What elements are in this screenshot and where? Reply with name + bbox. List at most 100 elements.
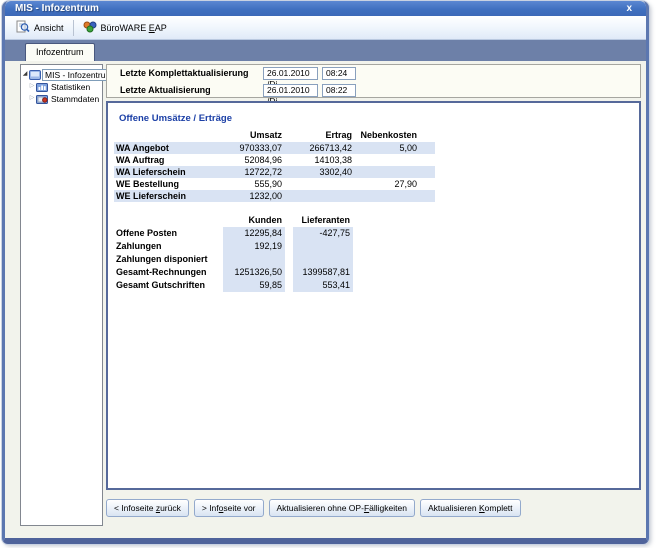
tree-item[interactable]: ▷ Statistiken (21, 81, 102, 92)
nebenkosten-value: 27,90 (355, 178, 420, 190)
lieferanten-value (293, 253, 353, 266)
table-header-cell: Nebenkosten (355, 128, 420, 142)
row-label: Zahlungen (114, 240, 223, 253)
row-label: WA Lieferschein (114, 166, 219, 178)
button-label-post: älligkeiten (369, 503, 407, 513)
row-pad (420, 178, 435, 190)
nebenkosten-value (355, 190, 420, 202)
screen: MIS - Infozentrum x Ansicht (0, 0, 656, 548)
time-field[interactable]: 08:24 (322, 67, 356, 80)
row-pad (420, 166, 435, 178)
tree-item-label: Stammdaten (49, 94, 101, 104)
tree-item-label: MIS - Infozentrum (42, 69, 116, 81)
row-label: Gesamt Gutschriften (114, 279, 223, 292)
ertrag-value: 266713,42 (285, 142, 355, 154)
app-window: MIS - Infozentrum x Ansicht (2, 1, 649, 544)
date-field[interactable]: 26.01.2010 /Di (263, 67, 318, 80)
tab-infozentrum[interactable]: Infozentrum (25, 43, 95, 61)
table-row: Offene Posten12295,84-427,75 (114, 227, 353, 240)
table-header-cell (114, 128, 219, 142)
column-gap (285, 240, 293, 253)
kunden-value: 192,19 (223, 240, 285, 253)
row-pad (420, 154, 435, 166)
infoseite-vor-button[interactable]: > Infoseite vor (194, 499, 264, 517)
masterdata-icon (36, 94, 49, 104)
nebenkosten-value: 5,00 (355, 142, 420, 154)
navigation-tree: ◢MIS - Infozentrum▷Statistiken▷Stammdate… (20, 64, 103, 526)
umsatz-value: 52084,96 (219, 154, 285, 166)
ertrag-value (285, 178, 355, 190)
table-row: WE Bestellung555,90 27,90 (114, 178, 435, 190)
aktualisieren-komplett-button[interactable]: Aktualisieren Komplett (420, 499, 521, 517)
statistics-icon (36, 82, 49, 92)
table-row: Zahlungen disponiert (114, 253, 353, 266)
table-header-cell: Kunden (223, 213, 285, 227)
update-info-panel: Letzte Komplettaktualisierung26.01.2010 … (106, 64, 641, 98)
column-gap (285, 213, 293, 227)
table-row: WA Auftrag52084,9614103,38 (114, 154, 435, 166)
umsaetze-ertraege-table: UmsatzErtragNebenkostenWA Angebot970333,… (114, 128, 435, 202)
column-gap (285, 279, 293, 292)
table-row: Zahlungen192,19 (114, 240, 353, 253)
kunden-value (223, 253, 285, 266)
aktualisieren-ohne-op-button[interactable]: Aktualisieren ohne OP-Fälligkeiten (269, 499, 415, 517)
tree-item[interactable]: ▷ Stammdaten (21, 93, 102, 104)
table-header-row: Kunden Lieferanten (114, 213, 353, 227)
window-title: MIS - Infozentrum (15, 1, 99, 16)
nebenkosten-value (355, 154, 420, 166)
kunden-value: 12295,84 (223, 227, 285, 240)
row-label: WE Bestellung (114, 178, 219, 190)
button-label-post: omplett (485, 503, 513, 513)
tree-item-label: Statistiken (49, 82, 92, 92)
table-header-row: UmsatzErtragNebenkosten (114, 128, 435, 142)
lieferanten-value (293, 240, 353, 253)
table-header-cell: Ertrag (285, 128, 355, 142)
colored-spheres-icon (83, 20, 97, 35)
table-header-cell: Umsatz (219, 128, 285, 142)
lieferanten-value: 553,41 (293, 279, 353, 292)
tree-collapsed-icon[interactable]: ▷ (28, 93, 36, 104)
infocenter-icon (29, 70, 42, 80)
table-header-cell (420, 128, 435, 142)
column-gap (285, 266, 293, 279)
lieferanten-value: -427,75 (293, 227, 353, 240)
ertrag-value: 14103,38 (285, 154, 355, 166)
buroware-eap-button[interactable]: BüroWARE EAP (78, 19, 172, 37)
infoseite-zurueck-button[interactable]: < Infoseite zurück (106, 499, 189, 517)
umsatz-value: 1232,00 (219, 190, 285, 202)
ansicht-button-label: Ansicht (34, 23, 64, 33)
close-icon[interactable]: x (626, 1, 632, 16)
toolbar: Ansicht BüroWARE EAP (5, 16, 646, 40)
content-area: ◢MIS - Infozentrum▷Statistiken▷Stammdate… (5, 61, 646, 538)
ertrag-value (285, 190, 355, 202)
umsatz-value: 12722,72 (219, 166, 285, 178)
button-label-post: seite vor (223, 503, 255, 513)
update-info-label: Letzte Aktualisierung (120, 85, 211, 95)
table-row: Gesamt Gutschriften59,85 553,41 (114, 279, 353, 292)
date-field[interactable]: 26.01.2010 /Di (263, 84, 318, 97)
column-gap (285, 253, 293, 266)
table-header-cell: Lieferanten (293, 213, 353, 227)
ansicht-button[interactable]: Ansicht (11, 19, 69, 37)
kunden-lieferanten-table: KundenLieferantenOffene Posten12295,84-4… (114, 213, 353, 292)
umsatz-value: 555,90 (219, 178, 285, 190)
kunden-value: 59,85 (223, 279, 285, 292)
tree-item[interactable]: ◢MIS - Infozentrum (21, 69, 102, 80)
button-label-pre: Aktualisieren ohne OP- (277, 503, 364, 513)
row-label: WA Angebot (114, 142, 219, 154)
table-row: WA Lieferschein12722,723302,40 (114, 166, 435, 178)
toolbar-separator (73, 20, 74, 36)
tree-collapsed-icon[interactable]: ▷ (28, 81, 36, 92)
magnifier-page-icon (16, 20, 30, 35)
buroware-eap-button-label: BüroWARE EAP (101, 23, 167, 33)
time-field[interactable]: 08:22 (322, 84, 356, 97)
row-pad (420, 142, 435, 154)
lieferanten-value: 1399587,81 (293, 266, 353, 279)
button-label-pre: Aktualisieren (428, 503, 479, 513)
table-row: WA Angebot970333,07266713,425,00 (114, 142, 435, 154)
column-gap (285, 227, 293, 240)
tree-expanded-icon[interactable]: ◢ (21, 69, 29, 80)
table-header-cell (114, 213, 223, 227)
row-label: Zahlungen disponiert (114, 253, 223, 266)
section-title: Offene Umsätze / Erträge (119, 113, 232, 124)
